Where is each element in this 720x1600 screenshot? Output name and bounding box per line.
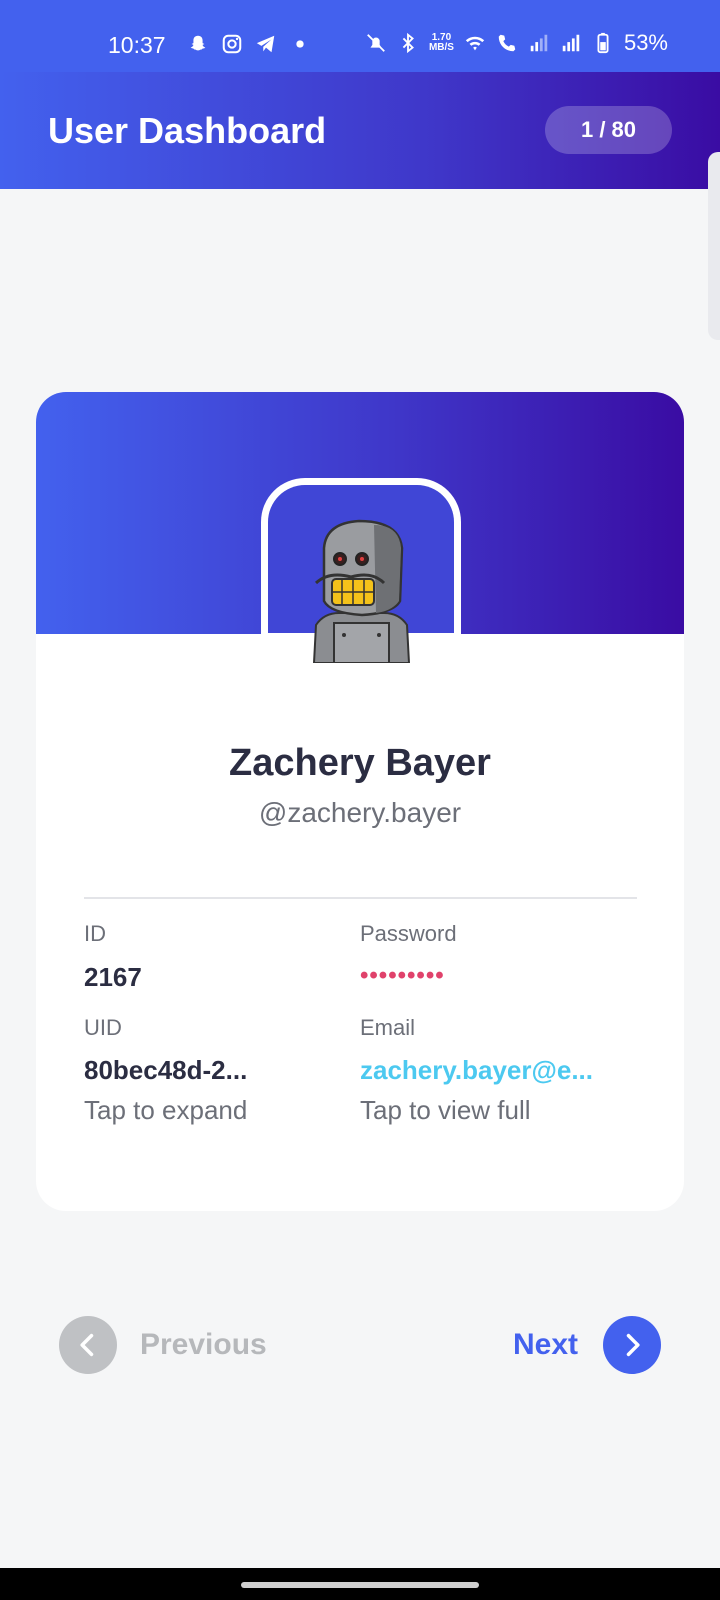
id-value: 2167 [84,962,142,992]
user-name: Zachery Bayer [229,742,491,784]
signal-roaming-icon [562,34,580,52]
mute-icon [367,34,385,52]
home-gesture-handle[interactable] [241,1582,479,1588]
snapchat-icon [190,35,206,51]
bluetooth-icon [402,32,414,54]
next-button[interactable] [603,1316,661,1374]
uid-value[interactable]: 80bec48d-2... [84,1055,247,1086]
edge-handle[interactable] [708,152,720,340]
password-value[interactable]: ••••••••• [360,962,445,990]
battery-icon [597,32,609,54]
previous-label[interactable]: Previous [140,1328,267,1362]
chevron-left-icon [80,1333,94,1357]
password-label: Password [360,921,457,946]
system-navigation-bar [0,1568,720,1600]
page-title: User Dashboard [48,110,327,151]
net-speed-unit: MB/S [428,42,454,53]
id-label: ID [84,921,106,946]
previous-button[interactable] [59,1316,117,1374]
robot-avatar-icon [312,519,411,663]
signal-icon [530,34,548,52]
email-label: Email [360,1015,416,1040]
divider [84,897,637,899]
status-time: 10:37 [108,32,166,58]
user-card: Zachery Bayer @zachery.bayer ID 2167 Pas… [36,392,684,1211]
email-view-hint[interactable]: Tap to view full [360,1095,531,1126]
chevron-right-icon [626,1333,640,1357]
uid-label: UID [84,1015,122,1040]
instagram-icon [222,34,242,54]
next-label[interactable]: Next [513,1328,578,1362]
email-value[interactable]: zachery.bayer@e... [360,1055,593,1086]
battery-percent: 53% [623,30,668,55]
dot-icon [296,40,304,48]
status-bar: 10:37 1.70 MB/S 53% [0,0,720,72]
page-indicator: 1 / 80 [545,106,672,154]
user-handle: @zachery.bayer [258,797,462,828]
telegram-icon [256,35,275,53]
notification-icons [187,33,311,55]
network-speed: 1.70 MB/S [429,33,454,53]
wifi-icon [465,36,485,51]
call-icon [498,34,516,52]
avatar[interactable] [261,478,461,678]
uid-expand-hint[interactable]: Tap to expand [84,1095,247,1126]
system-icons: 1.70 MB/S 53% [365,30,668,56]
